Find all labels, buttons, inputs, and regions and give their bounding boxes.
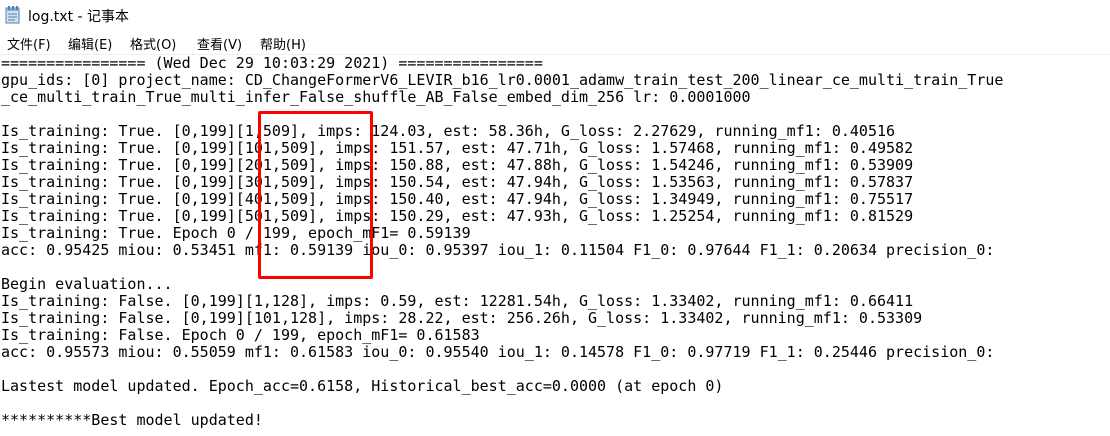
text-line: Is_training: True. [0,199][401,509], imp… [1,190,914,208]
notepad-window: log.txt - 记事本 文件(F) 编辑(E) 格式(O) 查看(V) 帮助… [0,0,1110,436]
text-line: Is_training: True. [0,199][101,509], imp… [1,139,914,157]
text-line: Is_training: True. [0,199][301,509], imp… [1,173,914,191]
title-bar: log.txt - 记事本 [0,0,1110,32]
text-line: acc: 0.95573 miou: 0.55059 mf1: 0.61583 … [1,343,995,361]
text-line: Is_training: False. [0,199][1,128], imps… [1,292,914,310]
text-line: acc: 0.95425 miou: 0.53451 mf1: 0.59139 … [1,241,995,259]
menu-edit[interactable]: 编辑(E) [68,34,112,53]
text-line: Is_training: False. Epoch 0 / 199, epoch… [1,326,480,344]
text-line: Is_training: True. [0,199][201,509], imp… [1,156,914,174]
menu-bar: 文件(F) 编辑(E) 格式(O) 查看(V) 帮助(H) [0,32,1110,54]
text-line: ================ (Wed Dec 29 10:03:29 20… [1,54,543,72]
text-line: **********Best model updated! [1,411,263,429]
text-line: Begin evaluation... [1,275,173,293]
text-line: Is_training: False. [0,199][101,128], im… [1,309,923,327]
menu-format[interactable]: 格式(O) [130,34,176,53]
text-line: _ce_multi_train_True_multi_infer_False_s… [1,88,751,106]
text-line: gpu_ids: [0] project_name: CD_ChangeForm… [1,71,1004,89]
text-editor-area[interactable]: ================ (Wed Dec 29 10:03:29 20… [0,54,1110,436]
text-line: Is_training: True. Epoch 0 / 199, epoch_… [1,224,471,242]
text-line: Is_training: True. [0,199][1,509], imps:… [1,122,896,140]
window-title: log.txt - 记事本 [28,9,130,25]
text-line: Lastest model updated. Epoch_acc=0.6158,… [1,377,724,395]
menu-view[interactable]: 查看(V) [197,34,242,53]
menu-file[interactable]: 文件(F) [7,34,51,53]
menu-help[interactable]: 帮助(H) [260,34,306,53]
text-line: Is_training: True. [0,199][501,509], imp… [1,207,914,225]
notepad-icon [5,6,21,24]
